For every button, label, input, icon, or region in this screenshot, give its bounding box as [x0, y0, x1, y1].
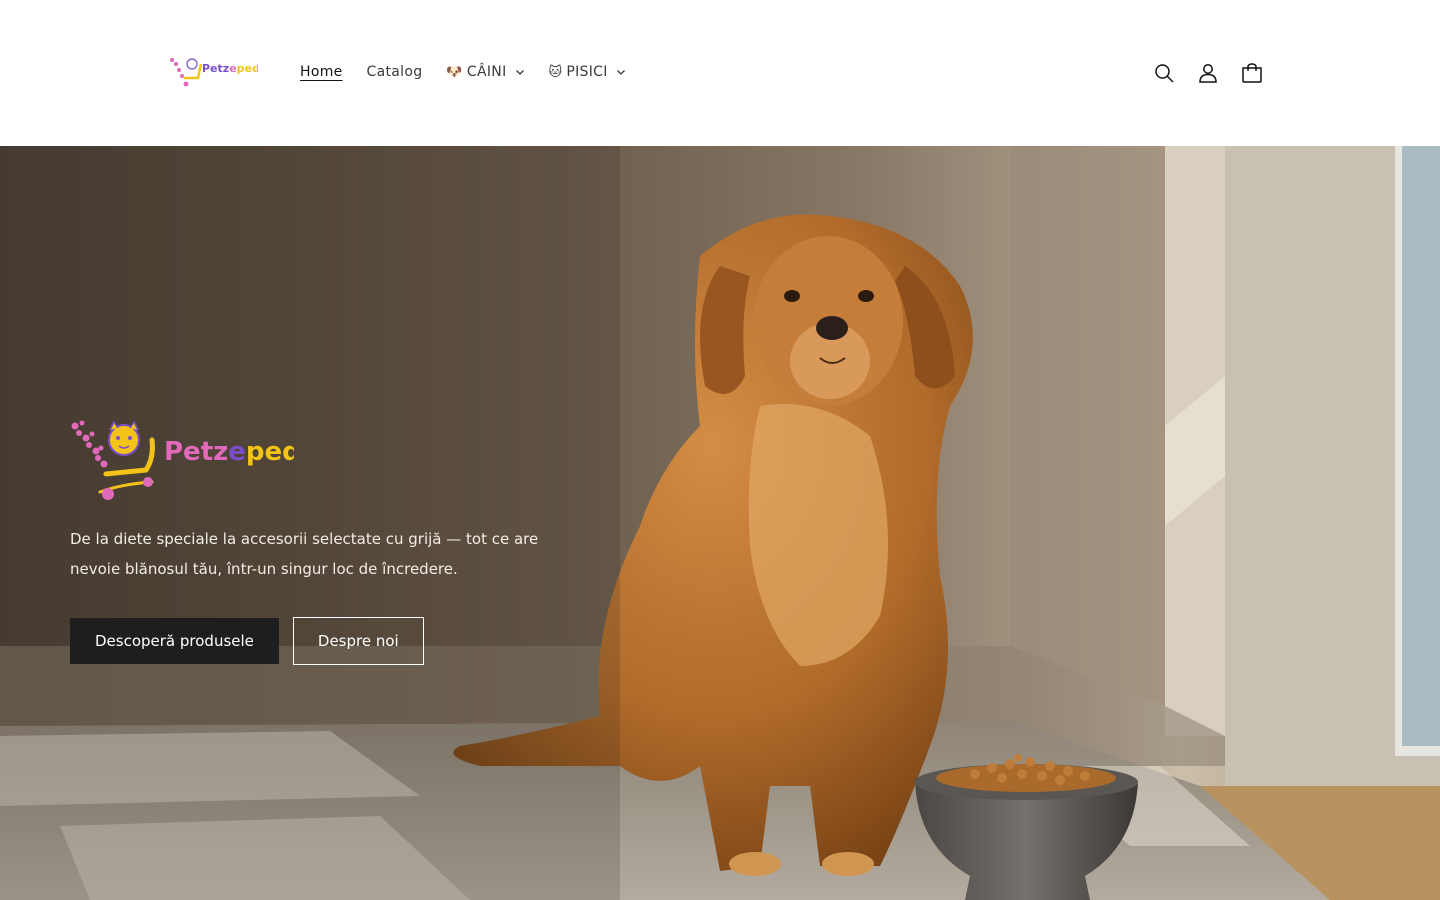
about-us-button[interactable]: Despre noi	[292, 617, 424, 665]
account-button[interactable]	[1186, 51, 1230, 95]
cat-emoji-icon: 🐱	[548, 64, 563, 80]
nav-item-label: CÂINI	[466, 64, 507, 80]
chevron-down-icon	[515, 70, 524, 75]
nav-item-label: PISICI	[566, 64, 608, 80]
chevron-down-icon	[616, 70, 625, 75]
account-icon	[1199, 64, 1217, 83]
svg-text:Petzepedia: Petzepedia	[202, 62, 258, 75]
brand-name-part-2: e	[228, 437, 246, 467]
dog-emoji-icon: 🐶	[446, 64, 463, 80]
svg-text:Petzepedia: Petzepedia	[164, 437, 294, 467]
nav-item-pisici[interactable]: 🐱 PISICI	[537, 56, 638, 88]
nav-item-caini[interactable]: 🐶 CÂINI	[434, 56, 536, 88]
hero-content: Petzepedia De la diete speciale la acces…	[70, 418, 550, 665]
header-icons	[1142, 51, 1274, 95]
discover-products-button[interactable]: Descoperă produsele	[70, 618, 279, 664]
nav-item-label: Home	[300, 64, 343, 80]
search-icon	[1155, 64, 1174, 83]
cart-icon	[1242, 63, 1262, 83]
nav-item-home[interactable]: Home	[288, 56, 355, 88]
main-nav: Home Catalog 🐶 CÂINI 🐱 PISICI	[288, 56, 638, 88]
site-header: Petzepedia Home Catalog 🐶 CÂINI 🐱 PISICI	[0, 0, 1440, 146]
hero-banner: Petzepedia De la diete speciale la acces…	[0, 146, 1440, 900]
search-button[interactable]	[1142, 51, 1186, 95]
hero-logo: Petzepedia	[71, 420, 294, 500]
hero-description: De la diete speciale la accesorii select…	[70, 530, 539, 578]
nav-item-catalog[interactable]: Catalog	[355, 56, 435, 88]
header-logo[interactable]: Petzepedia	[168, 54, 271, 92]
nav-item-label: Catalog	[366, 64, 423, 80]
hero-buttons: Descoperă produsele Despre noi	[70, 617, 550, 665]
brand-name-part-1: Petz	[164, 437, 228, 467]
brand-name-part-3: pedia	[246, 437, 294, 467]
cart-button[interactable]	[1230, 51, 1274, 95]
